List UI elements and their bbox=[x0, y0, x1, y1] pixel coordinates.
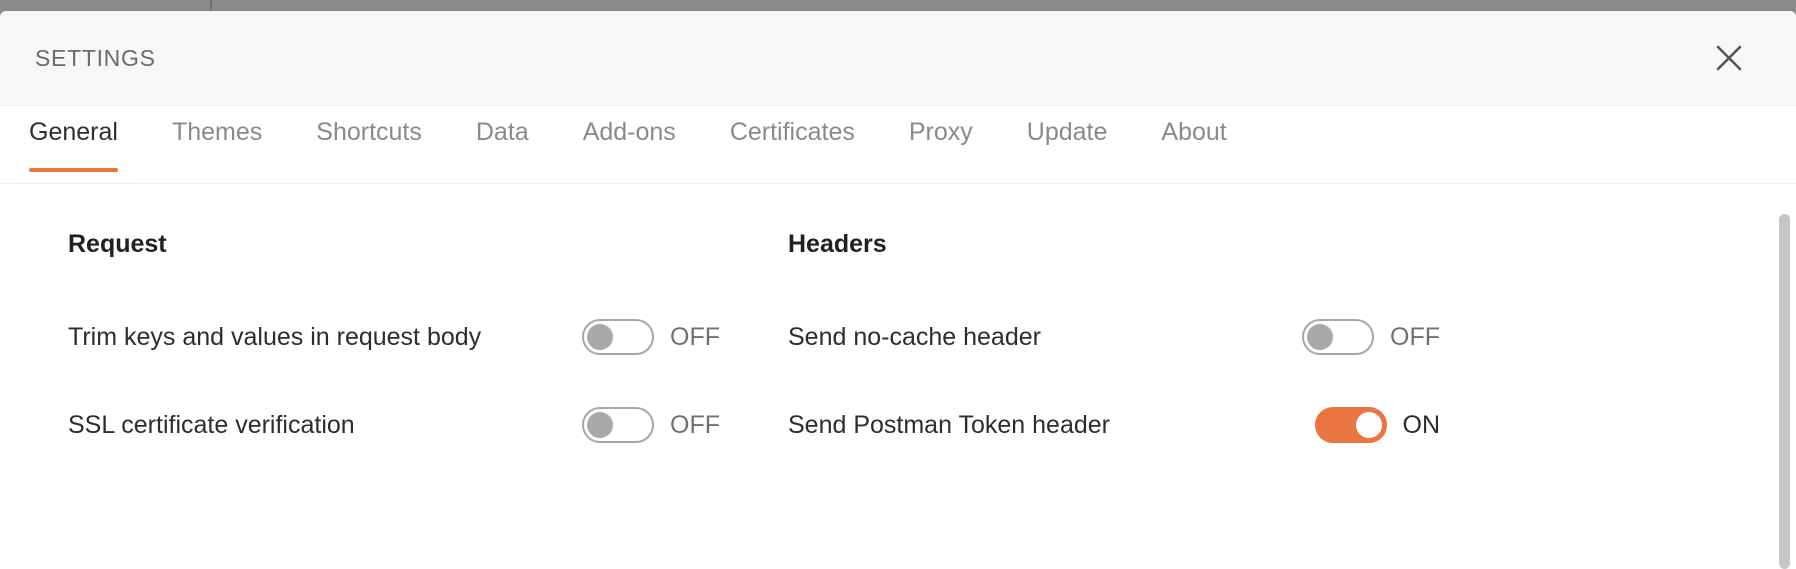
backdrop-tab-divider bbox=[210, 0, 212, 11]
tab-about[interactable]: About bbox=[1161, 106, 1226, 145]
toggle-postman-token-header[interactable]: ON bbox=[1314, 407, 1441, 443]
setting-label: SSL certificate verification bbox=[68, 410, 355, 439]
toggle-state-label: OFF bbox=[670, 410, 720, 439]
tab-add-ons[interactable]: Add-ons bbox=[583, 106, 676, 145]
tab-label: Data bbox=[475, 118, 529, 146]
tab-label: Proxy bbox=[908, 118, 973, 146]
setting-label: Send Postman Token header bbox=[788, 410, 1110, 439]
tab-label: Certificates bbox=[729, 118, 855, 146]
settings-tab-bar: General Themes Shortcuts Data Add-ons Ce… bbox=[0, 106, 1796, 184]
tab-certificates[interactable]: Certificates bbox=[730, 106, 855, 145]
toggle-switch[interactable] bbox=[582, 407, 654, 443]
settings-modal: SETTINGS General Themes Shortcuts Data A… bbox=[0, 11, 1796, 569]
toggle-knob bbox=[587, 324, 613, 350]
setting-row-trim-keys-values: Trim keys and values in request body OFF bbox=[68, 293, 720, 381]
setting-label: Send no-cache header bbox=[788, 322, 1041, 351]
group-heading-request: Request bbox=[68, 230, 167, 258]
setting-label: Trim keys and values in request body bbox=[68, 322, 482, 351]
toggle-no-cache-header[interactable]: OFF bbox=[1302, 319, 1440, 355]
toggle-switch[interactable] bbox=[582, 319, 654, 355]
settings-content: Request Trim keys and values in request … bbox=[0, 184, 1796, 569]
toggle-state-label: ON bbox=[1402, 410, 1441, 439]
tab-label: Shortcuts bbox=[316, 118, 422, 146]
tab-label: General bbox=[29, 118, 118, 146]
page-title: SETTINGS bbox=[35, 44, 156, 71]
setting-row-ssl-verification: SSL certificate verification OFF bbox=[68, 381, 720, 469]
tab-proxy[interactable]: Proxy bbox=[909, 106, 973, 145]
modal-header: SETTINGS bbox=[0, 11, 1796, 106]
tab-themes[interactable]: Themes bbox=[172, 106, 262, 145]
toggle-knob bbox=[1307, 324, 1333, 350]
toggle-knob bbox=[587, 412, 613, 438]
content-scrollbar[interactable] bbox=[1779, 214, 1790, 569]
setting-row-postman-token-header: Send Postman Token header ON bbox=[788, 381, 1440, 469]
toggle-trim-keys-values[interactable]: OFF bbox=[582, 319, 720, 355]
toggle-switch[interactable] bbox=[1302, 319, 1374, 355]
settings-group-headers: Headers Send no-cache header OFF Send Po… bbox=[720, 232, 1440, 569]
tab-label: Add-ons bbox=[582, 118, 676, 146]
tab-data[interactable]: Data bbox=[476, 106, 529, 145]
active-tab-indicator bbox=[29, 168, 118, 172]
toggle-knob bbox=[1355, 412, 1382, 438]
toggle-switch[interactable] bbox=[1314, 407, 1387, 443]
setting-row-no-cache-header: Send no-cache header OFF bbox=[788, 293, 1440, 381]
tab-label: Update bbox=[1026, 118, 1108, 146]
tab-label: About bbox=[1161, 118, 1227, 146]
close-icon[interactable] bbox=[1710, 39, 1748, 77]
group-heading-headers: Headers bbox=[788, 230, 887, 258]
tab-update[interactable]: Update bbox=[1027, 106, 1108, 145]
tab-shortcuts[interactable]: Shortcuts bbox=[316, 106, 422, 145]
settings-group-request: Request Trim keys and values in request … bbox=[0, 232, 720, 569]
scrollbar-thumb[interactable] bbox=[1779, 214, 1790, 569]
toggle-ssl-verification[interactable]: OFF bbox=[582, 407, 720, 443]
toggle-state-label: OFF bbox=[1390, 322, 1440, 351]
tab-general[interactable]: General bbox=[29, 106, 118, 172]
tab-label: Themes bbox=[171, 118, 263, 146]
toggle-state-label: OFF bbox=[670, 322, 720, 351]
